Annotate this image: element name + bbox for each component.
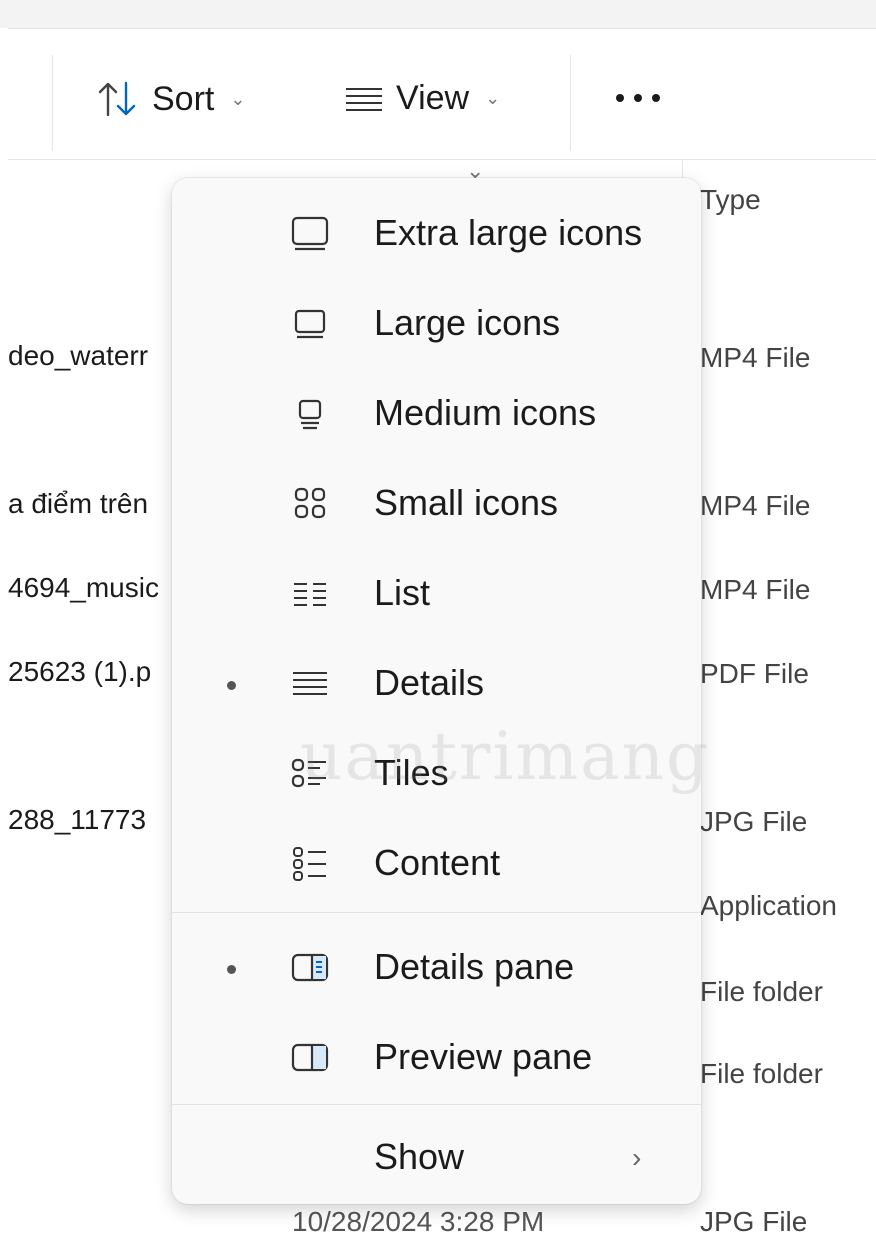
file-type: MP4 File <box>700 490 811 521</box>
toolbar-separator <box>570 55 571 151</box>
file-type: PDF File <box>700 658 809 689</box>
file-type: File folder <box>700 1058 823 1089</box>
window-top-strip <box>0 0 876 28</box>
more-dot <box>652 94 660 102</box>
chevron-down-icon: ⌄ <box>230 88 246 109</box>
menu-item-small-icons[interactable]: Small icons <box>172 460 701 548</box>
menu-item-label: Extra large icons <box>374 212 643 253</box>
extra-large-icons-icon <box>291 216 329 251</box>
file-type: Application <box>700 890 837 921</box>
menu-item-extra-large-icons[interactable]: Extra large icons <box>172 190 701 278</box>
menu-item-label: Details <box>374 662 485 703</box>
menu-item-preview-pane[interactable]: Preview pane <box>172 1014 701 1102</box>
menu-item-label: List <box>374 572 431 613</box>
menu-item-medium-icons[interactable]: Medium icons <box>172 370 701 458</box>
details-pane-icon <box>291 953 329 982</box>
view-icon <box>346 87 382 111</box>
menu-item-label: Details pane <box>374 946 575 987</box>
menu-item-large-icons[interactable]: Large icons <box>172 280 701 368</box>
menu-item-show[interactable]: Show › <box>172 1114 701 1202</box>
menu-item-content[interactable]: Content <box>172 820 701 908</box>
menu-item-label: Small icons <box>374 482 559 523</box>
menu-item-label: Preview pane <box>374 1036 593 1077</box>
preview-pane-icon <box>291 1043 329 1072</box>
small-icons-icon <box>294 487 326 519</box>
toolbar-separator <box>52 55 53 151</box>
menu-item-label: Content <box>374 842 501 883</box>
more-dot <box>616 94 624 102</box>
file-name[interactable]: 4694_music <box>8 572 159 604</box>
column-header-type[interactable]: Type <box>700 184 761 216</box>
selected-indicator <box>227 965 236 974</box>
menu-item-details[interactable]: Details <box>172 640 701 728</box>
view-dropdown-menu: Extra large icons Large icons Medium ico… <box>172 178 701 1204</box>
menu-item-details-pane[interactable]: Details pane <box>172 924 701 1012</box>
file-type: MP4 File <box>700 342 811 373</box>
menu-item-list[interactable]: List <box>172 550 701 638</box>
menu-divider <box>172 912 701 913</box>
content-icon <box>293 847 326 881</box>
file-type: JPG File <box>700 1206 808 1237</box>
column-header-divider <box>8 159 876 160</box>
file-type: JPG File <box>700 806 808 837</box>
sort-icon <box>98 81 136 117</box>
medium-icons-icon <box>298 399 322 430</box>
watermark-logo: uantrimang <box>300 718 711 795</box>
list-icon <box>294 583 326 606</box>
file-name[interactable]: a điểm trên <box>8 488 148 520</box>
view-button[interactable]: View ⌄ <box>344 79 500 118</box>
menu-divider <box>172 1104 701 1105</box>
sort-label: Sort <box>152 79 215 118</box>
large-icons-icon <box>294 309 326 339</box>
file-name[interactable]: 288_11773 <box>8 804 146 836</box>
more-options-button[interactable] <box>616 94 660 102</box>
file-name[interactable]: deo_waterr <box>8 340 148 372</box>
chevron-right-icon: › <box>632 1142 642 1173</box>
menu-item-label: Medium icons <box>374 392 597 433</box>
file-name[interactable]: 25623 (1).p <box>8 656 151 688</box>
view-label: View <box>396 79 470 117</box>
menu-item-label: Large icons <box>374 302 561 343</box>
sort-button[interactable]: Sort ⌄ <box>96 79 245 119</box>
chevron-down-icon: ⌄ <box>485 88 501 108</box>
command-bar: Sort ⌄ View ⌄ <box>0 29 876 159</box>
file-date-modified: 10/28/2024 3:28 PM <box>292 1206 545 1237</box>
menu-item-label: Show <box>374 1136 465 1177</box>
file-type: File folder <box>700 976 823 1007</box>
details-icon <box>293 672 327 695</box>
file-type: MP4 File <box>700 574 811 605</box>
more-dot <box>634 94 642 102</box>
selected-indicator <box>227 681 236 690</box>
